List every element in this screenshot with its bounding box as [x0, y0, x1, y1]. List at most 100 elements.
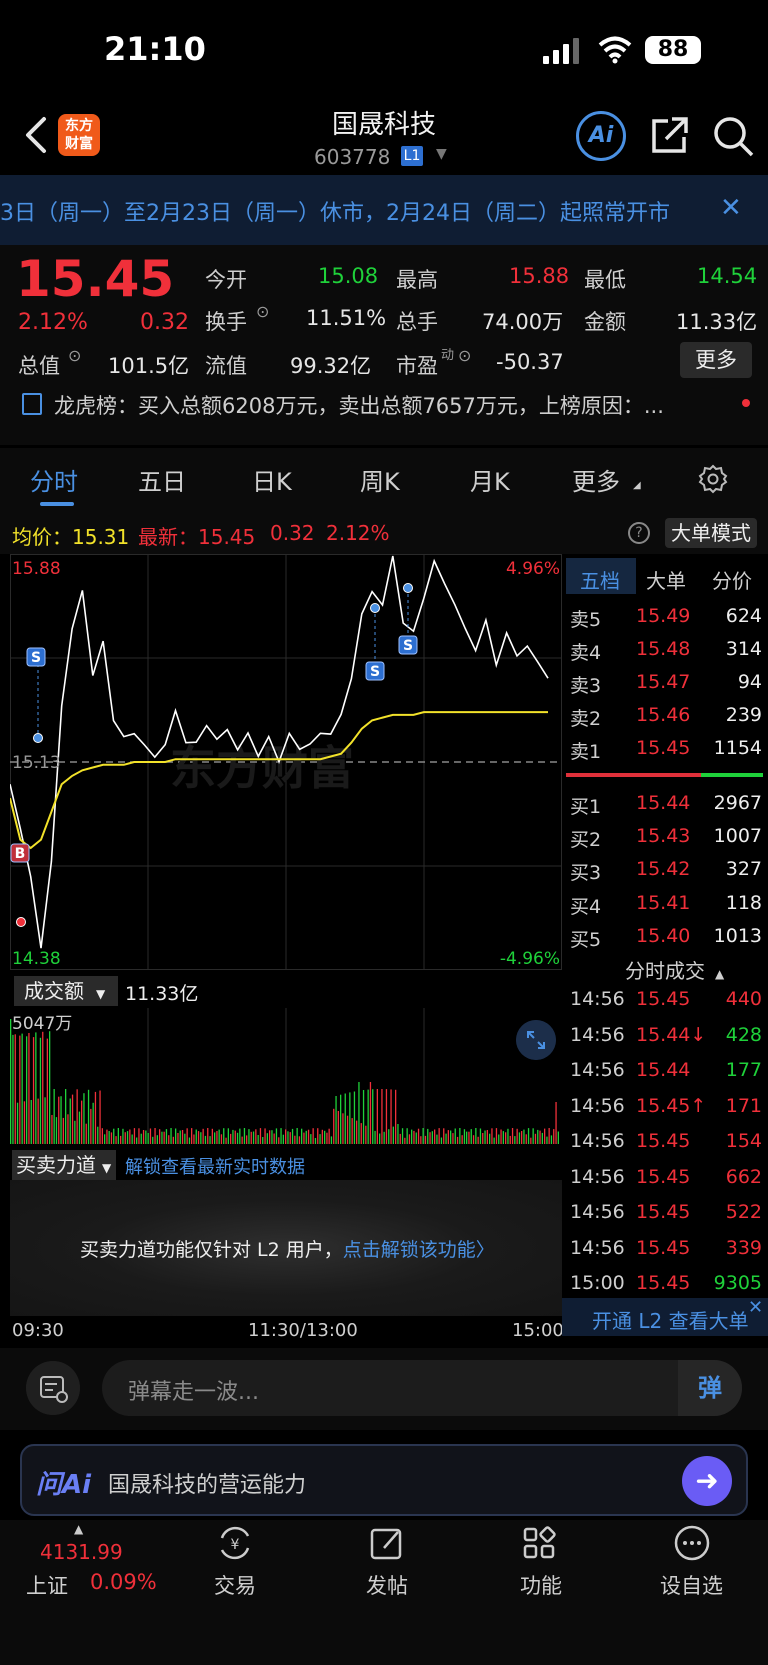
more-circle-icon[interactable]: [673, 1524, 711, 1562]
info-icon[interactable]: ⊙: [256, 302, 269, 321]
volume-bar: [209, 1136, 211, 1144]
nav-trade[interactable]: 交易: [214, 1570, 256, 1600]
bid-label: 买5: [570, 929, 602, 951]
index-value[interactable]: 4131.99: [40, 1540, 123, 1564]
volume-bar: [106, 1129, 108, 1144]
ai-button[interactable]: Ai: [576, 111, 626, 161]
bid-volume: 327: [725, 858, 762, 880]
volume-bar: [367, 1089, 369, 1144]
volume-bar: [532, 1128, 534, 1144]
volume-chart: [10, 1008, 562, 1144]
more-button[interactable]: 更多: [680, 342, 752, 378]
volume-bar: [278, 1137, 280, 1144]
volume-bar: [459, 1128, 461, 1144]
intraday-chart[interactable]: 东方财富 15.88 14.38 15.13 4.96% -4.96% BSSS: [10, 554, 562, 970]
volume-bar: [390, 1089, 392, 1144]
trades-title[interactable]: 分时成交 ▲: [625, 955, 724, 984]
share-icon[interactable]: [650, 115, 690, 155]
tab-more[interactable]: 更多: [572, 462, 620, 497]
bid-volume: 1007: [713, 825, 762, 847]
dragon-tiger-text[interactable]: 龙虎榜：买入总额6208万元，卖出总额7657万元，上榜原因：...: [54, 390, 664, 420]
search-icon[interactable]: [712, 115, 754, 157]
tab-intraday[interactable]: 分时: [30, 462, 78, 497]
volume-bar: [97, 1126, 99, 1144]
trade-time: 14:56: [570, 1130, 625, 1152]
ask-ai-prompt[interactable]: 国晟科技的营运能力: [108, 1467, 306, 1499]
volume-bar: [333, 1108, 335, 1144]
volume-bar: [296, 1128, 298, 1144]
compose-icon[interactable]: [368, 1524, 406, 1562]
trade-volume: 522: [725, 1201, 762, 1223]
info-icon[interactable]: ⊙: [458, 346, 471, 365]
force-selector[interactable]: 买卖力道 ▼: [12, 1150, 116, 1180]
chart-high-label: 15.88: [12, 559, 61, 579]
big-order-mode-button[interactable]: 大单模式: [665, 518, 757, 548]
volume-bar: [181, 1130, 184, 1144]
volume-bar: [207, 1128, 209, 1144]
tab-weekly-k[interactable]: 周K: [360, 462, 400, 497]
quote-label-open: 今开: [205, 268, 247, 292]
volume-bar: [177, 1133, 179, 1144]
arrow-right-icon[interactable]: ➜: [682, 1456, 732, 1506]
info-icon[interactable]: ⊙: [68, 346, 81, 365]
index-pct[interactable]: 0.09%: [90, 1570, 157, 1594]
volume-bar: [340, 1094, 342, 1144]
volume-bar: [202, 1128, 204, 1144]
nav-add-watchlist[interactable]: 设自选: [660, 1570, 723, 1600]
chart-mid-label: 15.13: [12, 753, 61, 773]
help-icon[interactable]: ?: [628, 522, 650, 544]
volume-bar: [440, 1137, 443, 1144]
ask-volume: 94: [737, 671, 762, 693]
volume-bar: [145, 1130, 147, 1144]
volume-bar: [385, 1089, 388, 1144]
volume-bar: [466, 1131, 468, 1144]
volume-bar: [117, 1128, 119, 1144]
volume-bar: [434, 1129, 436, 1144]
last-price: 15.45: [16, 250, 175, 308]
chevron-down-icon[interactable]: ▼: [436, 146, 447, 162]
barrage-send-button[interactable]: 弹: [678, 1360, 742, 1416]
volume-bar: [60, 1096, 62, 1144]
volume-bar: [353, 1091, 356, 1144]
volume-bar: [227, 1128, 229, 1144]
tab-level5[interactable]: 五档: [580, 565, 620, 594]
volume-bar: [447, 1130, 449, 1144]
volume-bar: [280, 1128, 282, 1144]
apps-icon[interactable]: [520, 1524, 558, 1562]
index-name[interactable]: 上证: [26, 1570, 68, 1600]
volume-bar: [163, 1131, 165, 1144]
volume-bar: [230, 1133, 232, 1144]
volume-bar: [555, 1102, 557, 1144]
nav-functions[interactable]: 功能: [520, 1570, 562, 1600]
barrage-settings-icon[interactable]: [26, 1361, 80, 1415]
volume-selector[interactable]: 成交额 ▼: [14, 976, 118, 1006]
tab-five-day[interactable]: 五日: [138, 462, 186, 497]
close-icon[interactable]: ✕: [748, 1297, 763, 1318]
tab-price-dist[interactable]: 分价: [712, 565, 752, 594]
close-icon[interactable]: ✕: [720, 193, 742, 223]
volume-bar: [397, 1124, 399, 1144]
volume-bar: [289, 1132, 291, 1144]
volume-bar: [129, 1129, 131, 1144]
l2-banner-text[interactable]: 开通 L2 查看大单: [592, 1305, 749, 1334]
volume-bar: [422, 1128, 424, 1144]
level-badge[interactable]: L1: [401, 146, 423, 166]
tab-big-orders[interactable]: 大单: [646, 565, 686, 594]
volume-selector-label: 成交额: [24, 979, 84, 1003]
tab-daily-k[interactable]: 日K: [252, 462, 292, 497]
volume-bar: [401, 1128, 404, 1144]
trade-time: 14:56: [570, 1236, 625, 1259]
volume-bar: [74, 1120, 76, 1144]
volume-bar: [101, 1128, 103, 1144]
expand-icon[interactable]: [516, 1020, 556, 1060]
tab-monthly-k[interactable]: 月K: [470, 462, 510, 497]
volume-bar: [168, 1135, 170, 1144]
unlock-feature-link[interactable]: 点击解锁该功能〉: [343, 1239, 495, 1261]
unlock-realtime-link[interactable]: 解锁查看最新实时数据: [125, 1153, 305, 1179]
trade-time: 14:56: [570, 988, 625, 1010]
trade-icon[interactable]: ¥: [216, 1524, 254, 1562]
ask-bid-ratio-red: [566, 773, 701, 777]
gear-icon[interactable]: [698, 464, 728, 494]
nav-post[interactable]: 发帖: [366, 1570, 408, 1600]
volume-bar: [218, 1129, 220, 1144]
